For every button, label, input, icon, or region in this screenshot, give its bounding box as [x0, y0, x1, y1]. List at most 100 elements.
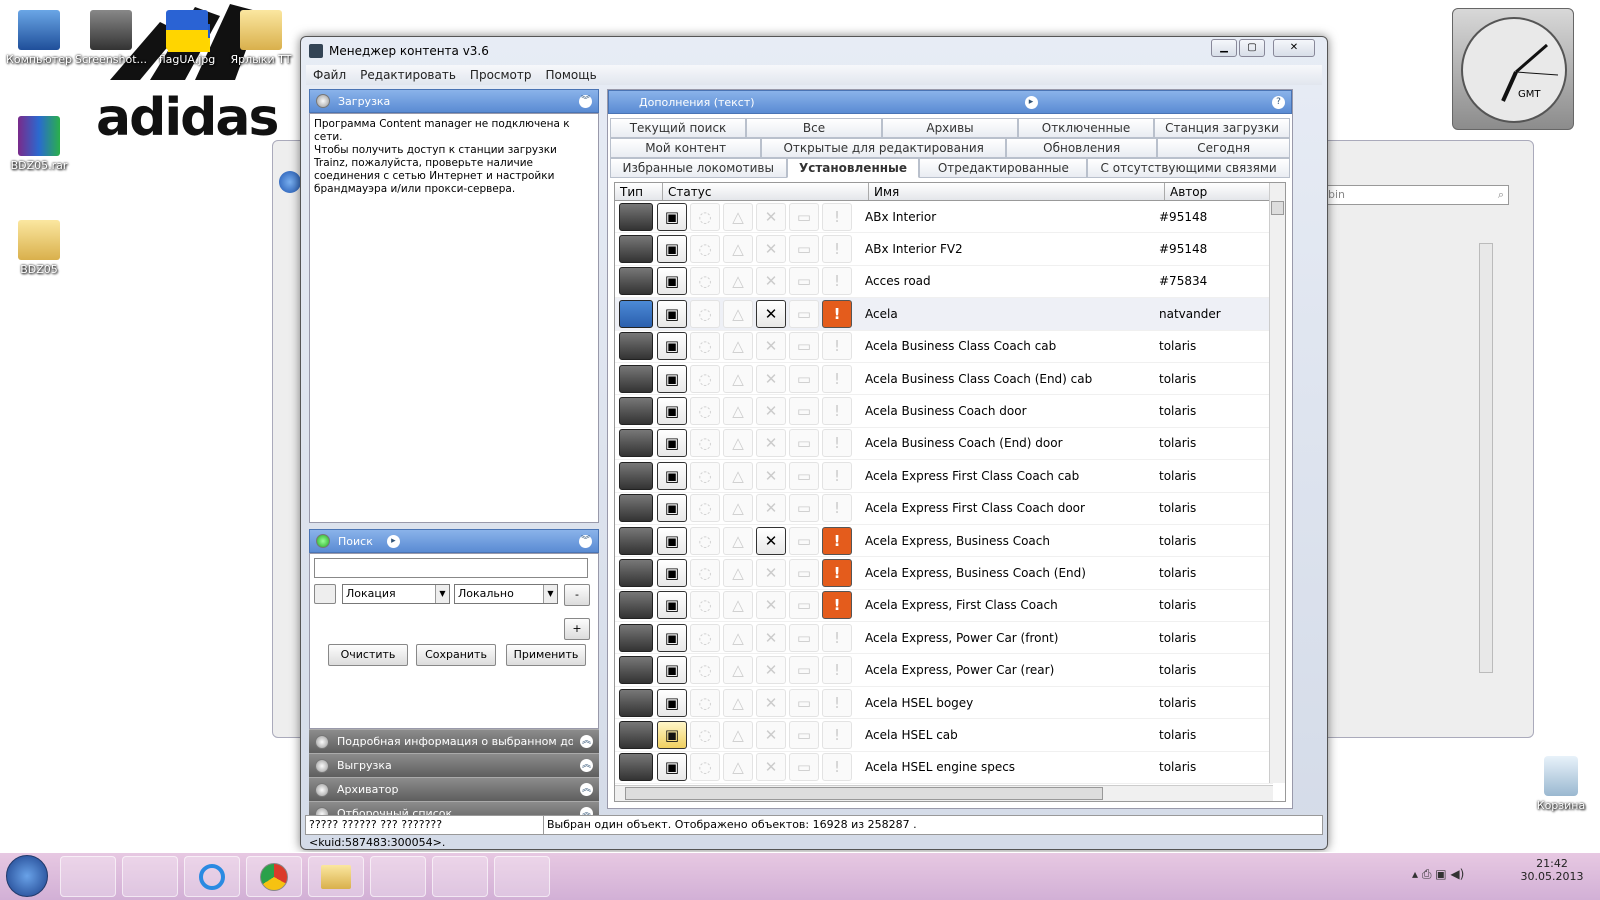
warning-icon[interactable]: ! — [822, 558, 852, 587]
menu-edit[interactable]: Редактировать — [353, 68, 463, 82]
column-name[interactable]: Имя — [869, 183, 1165, 200]
tab-favorite-locos[interactable]: Избранные локомотивы — [610, 158, 787, 178]
installed-icon[interactable]: ▣ — [657, 558, 687, 587]
scrollbar-thumb[interactable] — [1271, 201, 1284, 215]
tools-icon[interactable]: ✕ — [756, 267, 786, 296]
tab-download-station[interactable]: Станция загрузки — [1154, 118, 1290, 138]
chevron-up-icon[interactable]: ︽ — [580, 783, 593, 796]
warning-icon[interactable]: ! — [822, 364, 852, 393]
tools-icon[interactable]: ✕ — [756, 429, 786, 458]
table-row[interactable]: ▣ ◌ △ ✕ ▭! Acela Business Class Coach cab tola… — [615, 331, 1273, 363]
copy-icon[interactable]: ▭ — [789, 558, 819, 587]
tools-icon[interactable]: ✕ — [756, 461, 786, 490]
chevron-up-icon[interactable]: ︽ — [580, 735, 593, 748]
disk-icon[interactable]: ◌ — [690, 656, 720, 685]
copy-icon[interactable]: ▭ — [789, 461, 819, 490]
taskbar-app-calculator[interactable] — [122, 856, 178, 897]
tray-icons[interactable]: ▴ ⎙ ▣ ◀) — [1412, 867, 1464, 882]
tools-icon[interactable]: ✕ — [756, 720, 786, 749]
tools-icon[interactable]: ✕ — [756, 299, 786, 328]
copy-icon[interactable]: ▭ — [789, 267, 819, 296]
installed-icon[interactable]: ▣ — [657, 623, 687, 652]
table-row[interactable]: ▣ ◌ △ ✕ ▭! Acela natvander — [615, 298, 1273, 331]
location-select[interactable]: Локация ▼ — [342, 584, 450, 604]
table-row[interactable]: ▣ ◌ △ ✕ ▭! ABx Interior #95148 — [615, 201, 1273, 234]
table-row[interactable]: ▣ ◌ △ ✕ ▭! Acela Express, Power Car (rear) tol… — [615, 654, 1273, 687]
tools-icon[interactable]: ✕ — [756, 202, 786, 231]
chevron-right-icon[interactable]: ▸ — [1024, 95, 1038, 109]
warning-icon[interactable]: ! — [822, 753, 852, 782]
table-row[interactable]: ▣ ◌ △ ✕ ▭! Acela Express, Power Car (front) to… — [615, 622, 1273, 655]
upgrade-icon[interactable]: △ — [723, 753, 753, 782]
upgrade-icon[interactable]: △ — [723, 364, 753, 393]
upgrade-icon[interactable]: △ — [723, 461, 753, 490]
warning-icon[interactable]: ! — [822, 429, 852, 458]
table-row[interactable]: ▣ ◌ △ ✕ ▭! Acela Express First Class Coach do… — [615, 493, 1273, 525]
disk-icon[interactable]: ◌ — [690, 461, 720, 490]
table-row[interactable]: ▣ ◌ △ ✕ ▭! Acela Express, Business Coach (End… — [615, 557, 1273, 590]
apply-button[interactable]: Применить — [506, 644, 586, 666]
disk-icon[interactable]: ◌ — [690, 558, 720, 587]
tools-icon[interactable]: ✕ — [756, 656, 786, 685]
add-condition-button[interactable]: + — [564, 618, 590, 640]
tools-icon[interactable]: ✕ — [756, 591, 786, 620]
warning-icon[interactable]: ! — [822, 267, 852, 296]
disk-icon[interactable]: ◌ — [690, 494, 720, 523]
tab-today[interactable]: Сегодня — [1157, 138, 1290, 158]
warning-icon[interactable]: ! — [822, 461, 852, 490]
disk-icon[interactable]: ◌ — [690, 332, 720, 361]
chevron-down-icon[interactable]: ︾ — [579, 94, 592, 108]
copy-icon[interactable]: ▭ — [789, 364, 819, 393]
upgrade-icon[interactable]: △ — [723, 526, 753, 555]
tab-open-for-edit[interactable]: Открытые для редактирования — [761, 138, 1006, 158]
column-author[interactable]: Автор — [1165, 183, 1285, 200]
titlebar[interactable]: Менеджер контента v3.6 ▁ ▢ ✕ — [301, 37, 1327, 65]
tab-current-search[interactable]: Текущий поиск — [610, 118, 746, 138]
warning-icon[interactable]: ! — [822, 656, 852, 685]
tools-icon[interactable]: ✕ — [756, 623, 786, 652]
upgrade-icon[interactable]: △ — [723, 591, 753, 620]
tab-my-content[interactable]: Мой контент — [610, 138, 762, 158]
table-row[interactable]: ▣ ◌ △ ✕ ▭! Acela Business Coach door tolaris — [615, 395, 1273, 428]
warning-icon[interactable]: ! — [822, 591, 852, 620]
copy-icon[interactable]: ▭ — [789, 688, 819, 717]
tools-icon[interactable]: ✕ — [756, 688, 786, 717]
copy-icon[interactable]: ▭ — [789, 397, 819, 426]
taskbar-app-1[interactable] — [60, 856, 116, 897]
upgrade-icon[interactable]: △ — [723, 429, 753, 458]
upgrade-icon[interactable]: △ — [723, 332, 753, 361]
search-input[interactable] — [314, 558, 588, 578]
disk-icon[interactable]: ◌ — [690, 364, 720, 393]
table-row[interactable]: ▣ ◌ △ ✕ ▭! Acela Express, First Class Coach to… — [615, 590, 1273, 623]
archiver-panel-header[interactable]: Архиватор ︽ — [309, 777, 599, 801]
installed-icon[interactable]: ▣ — [657, 332, 687, 361]
table-row[interactable]: ▣ ◌ △ ✕ ▭! Acela Business Class Coach (End) c… — [615, 363, 1273, 396]
table-row[interactable]: ▣ ◌ △ ✕ ▭! Acces road #75834 — [615, 266, 1273, 299]
copy-icon[interactable]: ▭ — [789, 202, 819, 231]
chevron-up-icon[interactable]: ︽ — [580, 759, 593, 772]
warning-icon[interactable]: ! — [822, 494, 852, 523]
tab-all[interactable]: Все — [746, 118, 882, 138]
installed-icon[interactable]: ▣ — [657, 720, 687, 749]
column-status[interactable]: Статус — [663, 183, 869, 200]
tools-icon[interactable]: ✕ — [756, 397, 786, 426]
disk-icon[interactable]: ◌ — [690, 688, 720, 717]
installed-icon[interactable]: ▣ — [657, 299, 687, 328]
save-button[interactable]: Сохранить — [416, 644, 496, 666]
taskbar-app-explorer[interactable] — [308, 856, 364, 897]
disk-icon[interactable]: ◌ — [690, 267, 720, 296]
copy-icon[interactable]: ▭ — [789, 656, 819, 685]
warning-icon[interactable]: ! — [822, 720, 852, 749]
upgrade-icon[interactable]: △ — [723, 720, 753, 749]
upload-panel-header[interactable]: Выгрузка ︽ — [309, 753, 599, 777]
table-row[interactable]: ▣ ◌ △ ✕ ▭! Acela HSEL bogey tolaris — [615, 687, 1273, 720]
copy-icon[interactable]: ▭ — [789, 720, 819, 749]
tools-icon[interactable]: ✕ — [756, 332, 786, 361]
explorer-scrollbar[interactable] — [1479, 243, 1493, 673]
upgrade-icon[interactable]: △ — [723, 688, 753, 717]
table-row[interactable]: ▣ ◌ △ ✕ ▭! Acela HSEL cab tolaris — [615, 719, 1273, 752]
disk-icon[interactable]: ◌ — [690, 753, 720, 782]
table-row[interactable]: ▣ ◌ △ ✕ ▭! Acela Express First Class Coach ca… — [615, 460, 1273, 493]
installed-icon[interactable]: ▣ — [657, 429, 687, 458]
maximize-button[interactable]: ▢ — [1239, 39, 1265, 57]
